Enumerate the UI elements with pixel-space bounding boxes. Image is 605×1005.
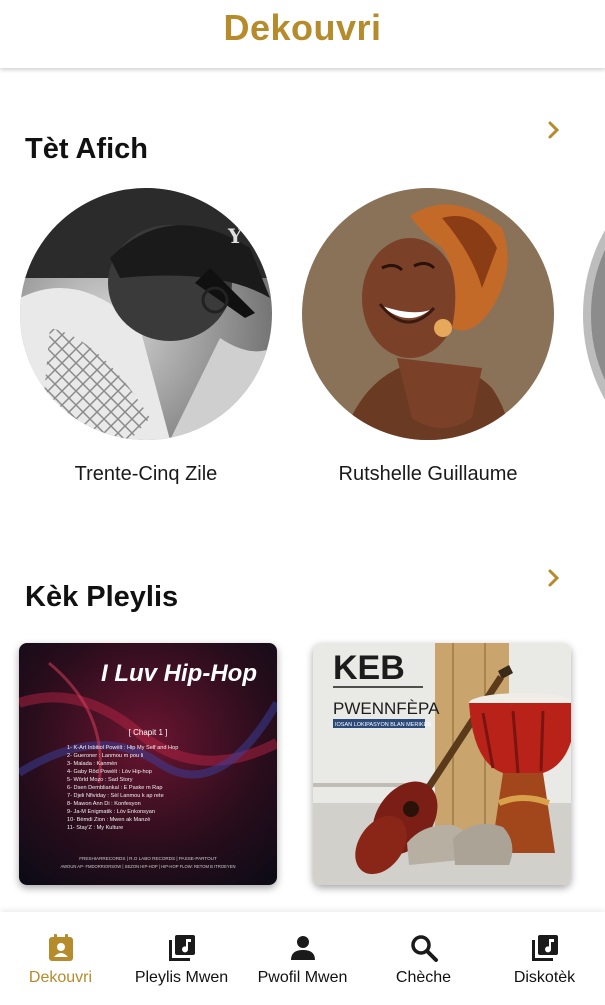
nav-label: Chèche <box>395 969 452 986</box>
playlist-card[interactable]: I Luv Hip-Hop [ Chapit 1 ] 1- K-Art Inbi… <box>19 643 277 885</box>
cover-title: KEB <box>333 649 405 687</box>
nav-label: Pleylis Mwen <box>134 969 229 986</box>
search-icon <box>410 935 438 962</box>
cover-footer: AWOUN AP- FMDORRIORSOW | SEZON HIP-HOP |… <box>60 864 235 869</box>
playlist-cover: I Luv Hip-Hop [ Chapit 1 ] 1- K-Art Inbi… <box>19 643 277 885</box>
nav-label: Dekouvri <box>28 969 93 986</box>
artist-card-partial[interactable] <box>583 230 605 400</box>
track-line: 3- Malada : Kanmèn <box>67 761 117 767</box>
chevron-right-icon[interactable] <box>544 120 564 140</box>
person-icon <box>290 936 315 960</box>
library-icon <box>531 935 558 961</box>
artist-photo <box>302 188 554 440</box>
bottom-nav: Dekouvri Pleylis Mwen Pwofil Mwen Chèche… <box>0 912 605 1005</box>
track-line: 2- Gueroner : Lanmou m pou li <box>67 753 143 759</box>
playlists-section-title: Kèk Pleylis <box>25 581 179 613</box>
playlist-icon <box>168 935 195 961</box>
track-line: 10- Bèmdi Zion : Mwen ak Manzè <box>67 817 150 823</box>
track-line: 7- Djeli Nfividay : Sèl Lanmou k ap rete <box>67 793 164 799</box>
artist-photo: Y <box>20 188 272 440</box>
artist-name: Trente-Cinq Zile <box>74 463 218 485</box>
artist-card[interactable]: Y Trente-Cinq Zile <box>20 188 272 485</box>
playlist-card[interactable]: KEB PWENNFÈPA IOSAN LOKIPASYON BLAN MERI… <box>313 643 571 885</box>
nav-item-my-playlists[interactable]: Pleylis Mwen <box>121 912 242 1005</box>
page-title: Dekouvri <box>223 7 382 48</box>
cover-chapter: [ Chapit 1 ] <box>129 728 168 737</box>
nav-label: Diskotèk <box>513 969 576 986</box>
track-line: 5- Wōrld Mozo : Sad Story <box>67 777 133 783</box>
svg-text:Y: Y <box>227 224 243 248</box>
artist-name: Rutshelle Guillaume <box>338 463 518 485</box>
discover-icon <box>48 934 73 961</box>
track-line: 11- Stay'Z : My Kulture <box>67 825 123 831</box>
nav-item-my-profile[interactable]: Pwofil Mwen <box>242 912 363 1005</box>
nav-item-library[interactable]: Diskotèk <box>484 912 605 1005</box>
track-line: 6- Dsen Dembliankal : E Paske m Rap <box>67 785 162 791</box>
nav-item-search[interactable]: Chèche <box>363 912 484 1005</box>
cover-footer: FRESHIARRECORDS | R.O LABO RECORDS | PAS… <box>79 856 217 861</box>
nav-label: Pwofil Mwen <box>257 969 348 986</box>
featured-section-title: Tèt Afich <box>25 133 148 165</box>
playlist-cover: KEB PWENNFÈPA IOSAN LOKIPASYON BLAN MERI… <box>313 643 571 885</box>
cover-subtitle: PWENNFÈPA <box>333 699 440 718</box>
artist-card[interactable]: Rutshelle Guillaume <box>302 188 554 485</box>
nav-item-discover[interactable]: Dekouvri <box>0 912 121 1005</box>
chevron-right-icon[interactable] <box>544 568 564 588</box>
track-line: 8- Mawon Ann Di : Konfesyon <box>67 801 141 807</box>
app-header: Dekouvri <box>0 0 605 68</box>
track-line: 4- Gaby Rōd Powèlt : Lòv Hip-hop <box>67 769 152 775</box>
cover-tagline: IOSAN LOKIPASYON BLAN MERIKEN <box>335 722 431 728</box>
track-line: 9- Ja-M Enigmatik : Lòv Enkonsyan <box>67 809 155 815</box>
cover-title: I Luv Hip-Hop <box>101 660 257 687</box>
track-line: 1- K-Art Inbitiol Powèlt : Hip My Self a… <box>67 745 178 751</box>
